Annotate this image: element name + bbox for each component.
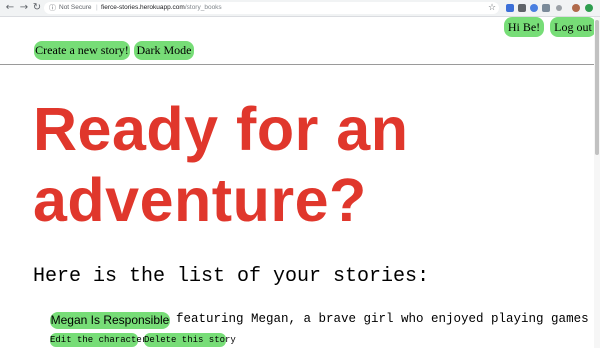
dark-mode-button[interactable]: Dark Mode — [134, 41, 194, 60]
cast-icon[interactable] — [556, 5, 562, 11]
extension-icon[interactable] — [506, 4, 514, 12]
url-host: fierce-stories.herokuapp.com/story_books — [101, 2, 222, 14]
avatar[interactable] — [572, 4, 580, 12]
bookmark-star-icon[interactable]: ☆ — [488, 2, 496, 14]
story-list-title: Here is the list of your stories: — [33, 265, 430, 288]
story-title-button[interactable]: Megan Is Responsible — [50, 312, 170, 329]
forward-icon[interactable]: → — [18, 1, 30, 15]
address-bar[interactable]: ⓘ Not Secure | fierce-stories.herokuapp.… — [44, 2, 499, 14]
extension-icon[interactable] — [530, 4, 538, 12]
create-story-button[interactable]: Create a new story! — [34, 41, 130, 60]
url-path: /story_books — [184, 4, 222, 11]
hero-line-2: adventure? — [33, 166, 367, 234]
back-icon[interactable]: ← — [4, 1, 16, 15]
extension-icon[interactable] — [542, 4, 550, 12]
edit-character-button[interactable]: Edit the character — [50, 333, 147, 347]
reload-icon[interactable]: ↻ — [31, 1, 43, 15]
delete-story-button[interactable]: Delete this story — [144, 333, 236, 347]
header-divider — [0, 64, 600, 65]
info-icon[interactable]: ⓘ — [49, 2, 56, 14]
story-description: featuring Megan, a brave girl who enjoye… — [176, 312, 589, 326]
security-label: Not Secure — [59, 4, 92, 11]
extension-icon[interactable] — [518, 4, 526, 12]
hero-heading: Ready for an adventure? — [33, 94, 593, 236]
url-host-text: fierce-stories.herokuapp.com — [101, 4, 185, 11]
browser-toolbar: ← → ↻ ⓘ Not Secure | fierce-stories.hero… — [0, 0, 600, 17]
scrollbar-thumb[interactable] — [595, 20, 599, 155]
hero-line-1: Ready for an — [33, 95, 409, 163]
extension-icon[interactable] — [585, 4, 593, 12]
greeting-button[interactable]: Hi Be! — [504, 17, 544, 37]
logout-button[interactable]: Log out — [550, 17, 596, 37]
address-separator: | — [96, 4, 98, 11]
